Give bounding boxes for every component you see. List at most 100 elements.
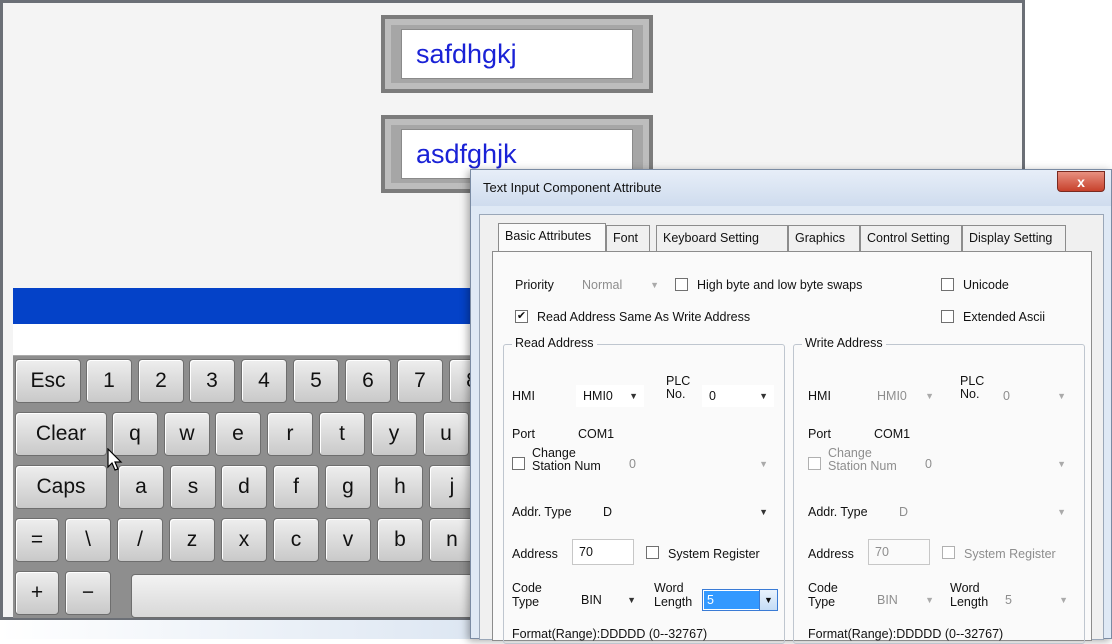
text-display-1[interactable]: safdhgkj [381, 15, 653, 93]
key-esc[interactable]: Esc [15, 359, 81, 403]
key-equals[interactable]: = [15, 518, 59, 562]
write-address-input[interactable]: 70 [868, 539, 930, 565]
key-b[interactable]: b [377, 518, 423, 562]
read-hmi-select[interactable]: HMI0 ▼ [576, 385, 644, 407]
key-7[interactable]: 7 [397, 359, 443, 403]
read-code-type-value: BIN [581, 593, 602, 607]
read-type-label: Type [512, 595, 540, 609]
dialog-title: Text Input Component Attribute [483, 180, 662, 195]
read-word-length-select[interactable]: 5 ▼ [702, 589, 778, 611]
read-plc-no-label: PLC No. [666, 375, 690, 401]
key-h[interactable]: h [377, 465, 423, 509]
read-plc-no-select[interactable]: 0 ▼ [702, 385, 774, 407]
key-d[interactable]: d [221, 465, 267, 509]
unicode-label: Unicode [963, 278, 1009, 292]
write-station-num-label: Station Num [828, 459, 897, 473]
key-t[interactable]: t [319, 412, 365, 456]
read-change-station-checkbox[interactable] [512, 457, 525, 470]
key-slash[interactable]: / [117, 518, 163, 562]
priority-select[interactable]: Normal ▼ [575, 274, 665, 296]
keyboard-entry-field[interactable]: : [13, 324, 483, 356]
write-plc-no-select[interactable]: 0 ▼ [996, 385, 1072, 407]
key-x[interactable]: x [221, 518, 267, 562]
read-addr-type-select[interactable]: D ▼ [596, 501, 774, 523]
key-r[interactable]: r [267, 412, 313, 456]
read-port-label: Port [512, 427, 535, 441]
key-6[interactable]: 6 [345, 359, 391, 403]
write-addr-type-select[interactable]: D ▼ [892, 501, 1072, 523]
key-caps[interactable]: Caps [15, 465, 107, 509]
high-low-swap-label: High byte and low byte swaps [697, 278, 863, 292]
write-change-station-checkbox[interactable] [808, 457, 821, 470]
key-w[interactable]: w [164, 412, 210, 456]
chevron-down-icon: ▼ [1057, 459, 1066, 469]
write-addr-type-label: Addr. Type [808, 505, 868, 519]
key-1[interactable]: 1 [86, 359, 132, 403]
read-hmi-label: HMI [512, 389, 535, 403]
extended-ascii-checkbox[interactable] [941, 310, 954, 323]
write-address-label: Address [808, 547, 854, 561]
tab-graphics[interactable]: Graphics [788, 225, 860, 251]
tab-display-setting[interactable]: Display Setting [962, 225, 1066, 251]
write-station-select[interactable]: 0 ▼ [918, 453, 1072, 475]
priority-label: Priority [515, 278, 554, 292]
tab-basic-attributes[interactable]: Basic Attributes [498, 223, 606, 251]
read-no-label: No. [666, 387, 686, 401]
read-same-as-write-checkbox[interactable]: ✔ [515, 310, 528, 323]
read-word-length-value: 5 [704, 591, 760, 609]
key-y[interactable]: y [371, 412, 417, 456]
key-s[interactable]: s [170, 465, 216, 509]
write-address-title: Write Address [802, 336, 886, 350]
close-button[interactable]: x [1057, 171, 1105, 192]
read-plc-label: PLC [666, 374, 691, 388]
key-u[interactable]: u [423, 412, 469, 456]
read-addr-type-label: Addr. Type [512, 505, 572, 519]
write-system-register-checkbox[interactable] [942, 546, 955, 559]
key-space[interactable] [131, 574, 483, 618]
tab-keyboard-setting[interactable]: Keyboard Setting [656, 225, 788, 251]
key-plus[interactable]: + [15, 571, 59, 615]
write-code-label: Code [808, 581, 838, 595]
tab-font[interactable]: Font [606, 225, 650, 251]
key-2[interactable]: 2 [138, 359, 184, 403]
key-c[interactable]: c [273, 518, 319, 562]
read-code-type-label: Code Type [512, 581, 542, 609]
dialog-titlebar[interactable]: Text Input Component Attribute [471, 170, 1111, 206]
key-f[interactable]: f [273, 465, 319, 509]
high-low-swap-checkbox[interactable] [675, 278, 688, 291]
read-word-label: Word [654, 581, 684, 595]
write-change-station-label: Change Station Num [828, 447, 897, 473]
read-address-input[interactable]: 70 [572, 539, 634, 565]
key-v[interactable]: v [325, 518, 371, 562]
write-code-type-value: BIN [877, 593, 898, 607]
basic-attributes-panel: Priority Normal ▼ High byte and low byte… [492, 251, 1092, 644]
write-word-length-select[interactable]: 5 ▼ [998, 589, 1074, 611]
write-length-label: Length [950, 595, 989, 609]
key-n[interactable]: n [429, 518, 475, 562]
key-4[interactable]: 4 [241, 359, 287, 403]
key-minus[interactable]: − [65, 571, 111, 615]
priority-value: Normal [582, 278, 623, 292]
key-j[interactable]: j [429, 465, 475, 509]
write-station-value: 0 [925, 457, 932, 471]
key-e[interactable]: e [215, 412, 261, 456]
chevron-down-icon: ▼ [627, 595, 636, 605]
key-g[interactable]: g [325, 465, 371, 509]
write-hmi-select[interactable]: HMI0 ▼ [870, 385, 940, 407]
chevron-down-icon: ▼ [1057, 391, 1066, 401]
read-code-type-select[interactable]: BIN ▼ [574, 589, 642, 611]
key-backslash[interactable]: \ [65, 518, 111, 562]
key-5[interactable]: 5 [293, 359, 339, 403]
write-no-label: No. [960, 387, 980, 401]
key-clear[interactable]: Clear [15, 412, 107, 456]
write-code-type-select[interactable]: BIN ▼ [870, 589, 940, 611]
chevron-down-icon: ▼ [1059, 595, 1068, 605]
read-system-register-label: System Register [668, 547, 760, 561]
tab-control-setting[interactable]: Control Setting [860, 225, 962, 251]
read-system-register-checkbox[interactable] [646, 546, 659, 559]
unicode-checkbox[interactable] [941, 278, 954, 291]
key-3[interactable]: 3 [189, 359, 235, 403]
key-z[interactable]: z [169, 518, 215, 562]
read-station-select[interactable]: 0 ▼ [622, 453, 774, 475]
read-address-title: Read Address [512, 336, 597, 350]
